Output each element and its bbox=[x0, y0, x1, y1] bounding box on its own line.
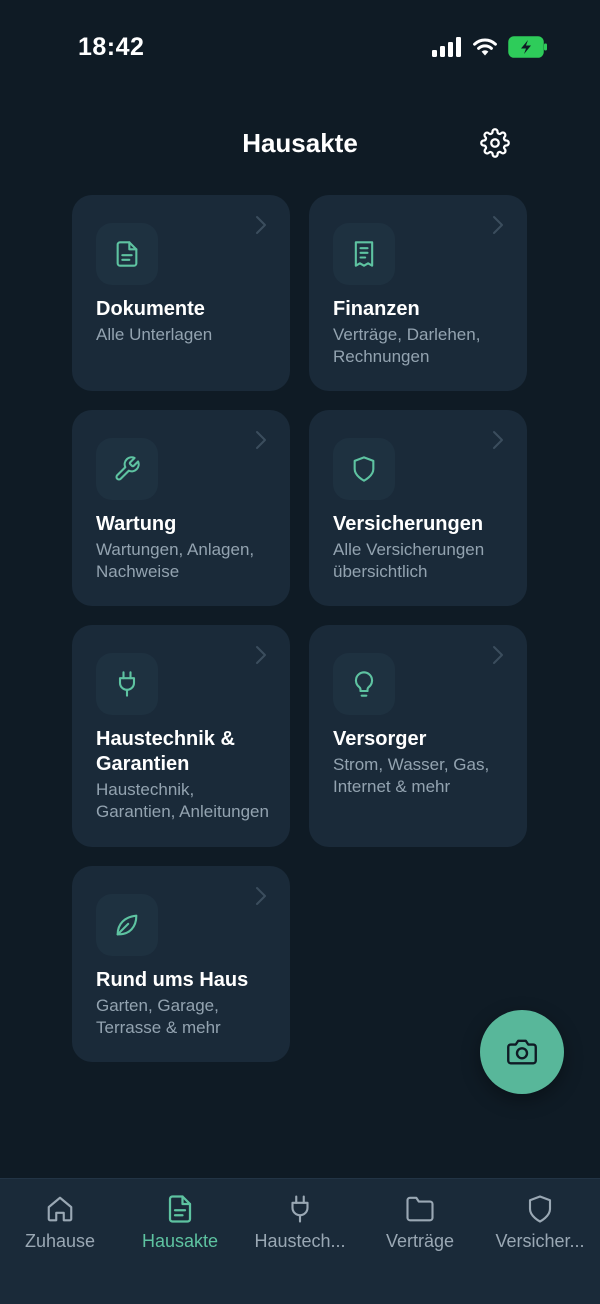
card-icon-wrap bbox=[96, 894, 158, 956]
card-title: Haustechnik & Garantien bbox=[96, 728, 235, 775]
card-icon-wrap bbox=[333, 653, 395, 715]
settings-button[interactable] bbox=[478, 126, 512, 160]
chevron-right-icon bbox=[493, 646, 503, 664]
shield-icon bbox=[353, 456, 375, 482]
card-subtitle: Alle Unterlagen bbox=[96, 325, 213, 344]
lightbulb-icon bbox=[354, 671, 374, 697]
tab-hausakte[interactable]: Hausakte bbox=[120, 1193, 240, 1263]
card-title: Wartung bbox=[96, 513, 177, 535]
card-icon-wrap bbox=[96, 653, 158, 715]
tab-versicherungen[interactable]: Versicher... bbox=[480, 1193, 600, 1263]
home-icon bbox=[47, 1196, 73, 1222]
battery-charging-icon bbox=[508, 36, 547, 58]
signal-icon bbox=[432, 37, 461, 57]
card-subtitle: Wartungen, Anlagen, Nachweise bbox=[96, 540, 255, 581]
tab-zuhause[interactable]: Zuhause bbox=[0, 1193, 120, 1263]
tab-vertraege[interactable]: Verträge bbox=[360, 1193, 480, 1263]
camera-button[interactable] bbox=[480, 1010, 564, 1094]
card-versorger[interactable]: Versorger Strom, Wasser, Gas, Internet &… bbox=[309, 625, 527, 847]
tab-label: Haustech... bbox=[254, 1231, 346, 1251]
document-icon bbox=[116, 241, 138, 267]
shield-icon bbox=[528, 1195, 552, 1223]
card-subtitle: Alle Versicherungen übersichtlich bbox=[333, 540, 485, 581]
card-icon-wrap bbox=[333, 223, 395, 285]
wrench-icon bbox=[115, 456, 140, 481]
card-title: Versorger bbox=[333, 728, 427, 750]
card-haustechnik[interactable]: Haustechnik & Garantien Haustechnik, Gar… bbox=[72, 625, 290, 847]
card-subtitle: Verträge, Darlehen, Rechnungen bbox=[333, 325, 481, 366]
card-icon-wrap bbox=[333, 438, 395, 500]
plug-icon bbox=[291, 1195, 309, 1223]
folder-icon bbox=[406, 1196, 434, 1222]
chevron-right-icon bbox=[256, 887, 266, 905]
card-title: Rund ums Haus bbox=[96, 969, 249, 991]
card-versicherungen[interactable]: Versicherungen Alle Versicherungen übers… bbox=[309, 410, 527, 606]
status-time: 18:42 bbox=[78, 33, 145, 61]
chevron-right-icon bbox=[493, 216, 503, 234]
tab-label: Zuhause bbox=[24, 1231, 96, 1251]
card-rund-ums-haus[interactable]: Rund ums Haus Garten, Garage, Terrasse &… bbox=[72, 866, 290, 1062]
plug-icon bbox=[118, 671, 136, 697]
tab-label: Verträge bbox=[385, 1231, 455, 1251]
status-bar: 18:42 bbox=[0, 0, 600, 96]
leaf-icon bbox=[116, 914, 138, 936]
tab-label: Versicher... bbox=[495, 1231, 585, 1251]
chevron-right-icon bbox=[256, 431, 266, 449]
tab-haustechnik[interactable]: Haustech... bbox=[240, 1193, 360, 1263]
card-title: Versicherungen bbox=[333, 513, 484, 535]
tab-bar: Zuhause Hausakte Haustech... Verträge Ve… bbox=[0, 1178, 600, 1304]
receipt-icon bbox=[354, 241, 374, 267]
card-icon-wrap bbox=[96, 223, 158, 285]
card-dokumente[interactable]: Dokumente Alle Unterlagen bbox=[72, 195, 290, 391]
tab-label: Hausakte bbox=[141, 1231, 219, 1251]
wifi-icon bbox=[473, 38, 497, 56]
card-subtitle: Strom, Wasser, Gas, Internet & mehr bbox=[333, 755, 490, 796]
header: Hausakte bbox=[0, 110, 600, 178]
chevron-right-icon bbox=[256, 646, 266, 664]
chevron-right-icon bbox=[493, 431, 503, 449]
document-icon bbox=[168, 1195, 192, 1223]
card-title: Finanzen bbox=[333, 298, 420, 320]
card-title: Dokumente bbox=[96, 298, 205, 320]
card-subtitle: Haustechnik, Garantien, Anleitungen bbox=[96, 780, 269, 821]
card-wartung[interactable]: Wartung Wartungen, Anlagen, Nachweise bbox=[72, 410, 290, 606]
card-finanzen[interactable]: Finanzen Verträge, Darlehen, Rechnungen bbox=[309, 195, 527, 391]
card-subtitle: Garten, Garage, Terrasse & mehr bbox=[96, 996, 221, 1037]
camera-icon bbox=[507, 1039, 537, 1065]
status-icons bbox=[432, 36, 548, 58]
chevron-right-icon bbox=[256, 216, 266, 234]
card-icon-wrap bbox=[96, 438, 158, 500]
gear-icon bbox=[480, 128, 510, 158]
